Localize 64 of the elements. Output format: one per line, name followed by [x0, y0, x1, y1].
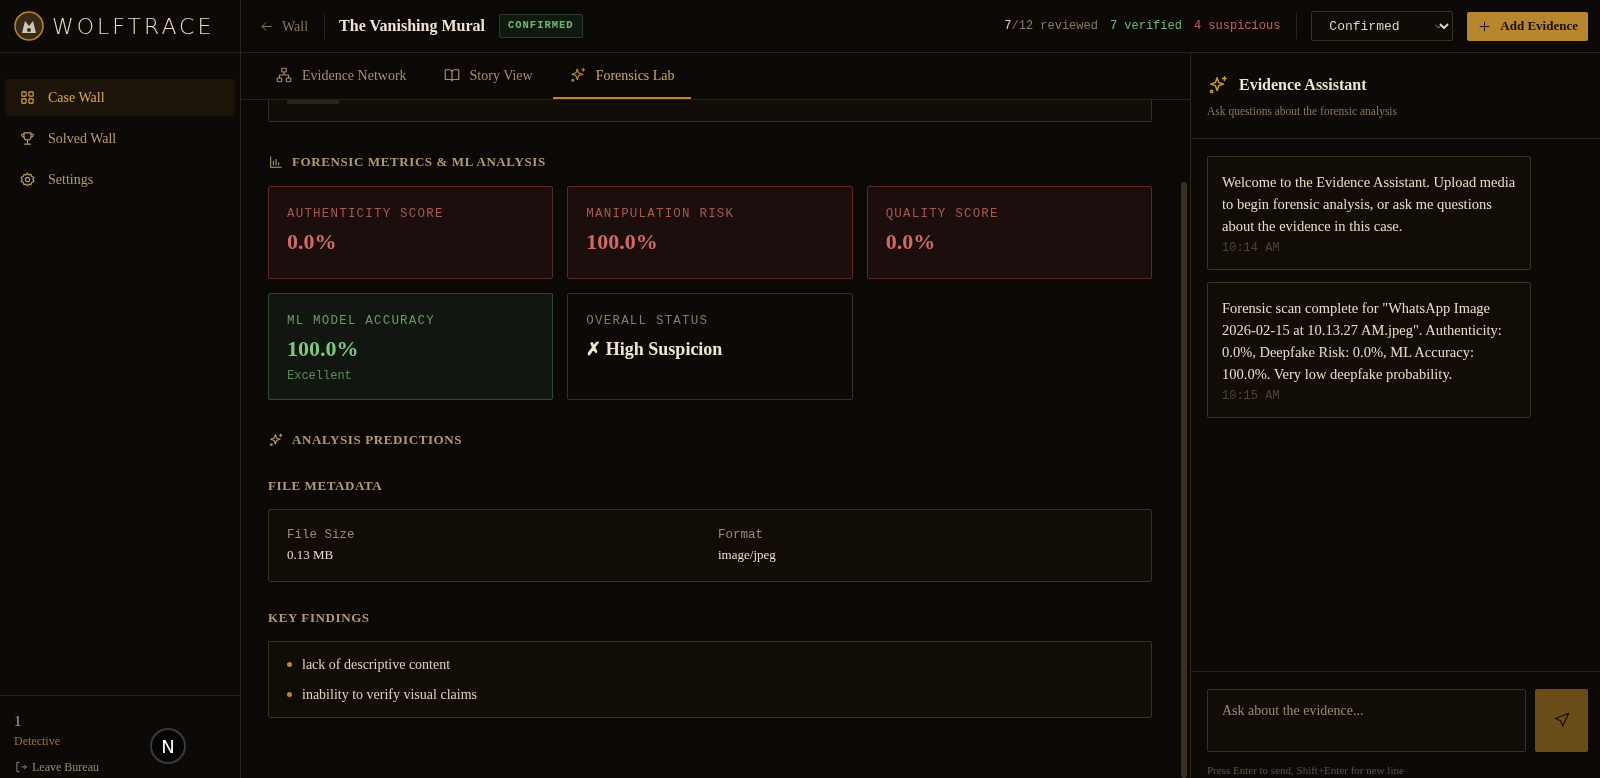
- back-link[interactable]: Wall: [259, 13, 326, 39]
- message-text: Forensic scan complete for "WhatsApp Image 2026-02-15 at 10.13.27 AM.jpeg". Authenticity: 0.0%, Deepfake Risk: 0.0%, ML Accuracy: 100.0%. Very low deepfake probability.: [1222, 299, 1503, 385]
- sidebar-item[interactable]: Case Wall: [5, 79, 235, 116]
- message-input[interactable]: Ask about the evidence...: [1207, 688, 1526, 752]
- message-time: 10:14 AM: [1222, 240, 1281, 258]
- metric-label: MANIPULATION RISK: [586, 205, 736, 223]
- metric-label: ML MODEL ACCURACY: [287, 312, 436, 330]
- network-icon: [275, 66, 293, 84]
- metric-label: AUTHENTICITY SCORE: [287, 205, 445, 223]
- field-label: Format: [718, 527, 764, 545]
- sparkle-icon: [568, 66, 587, 84]
- logout-icon: [14, 760, 28, 774]
- metric-label: OVERALL STATUS: [586, 312, 710, 330]
- stat-text: 7 verified: [1109, 18, 1182, 35]
- dev-badge[interactable]: N: [150, 728, 186, 764]
- case-title: The Vanishing Mural: [339, 16, 485, 37]
- bullet-icon: [287, 662, 292, 667]
- user-count: 1: [14, 711, 22, 731]
- field-value: image/jpeg: [718, 546, 777, 564]
- metric-value: 100.0%: [287, 335, 360, 364]
- field-value: 0.13 MB: [287, 546, 335, 564]
- bar-chart-icon: [268, 153, 284, 170]
- metric-value: 0.0%: [287, 228, 338, 257]
- leave-button[interactable]: Leave Bureau: [14, 758, 99, 776]
- section-heading: FORENSIC METRICS & ML ANALYSIS: [292, 153, 546, 171]
- message-text: Welcome to the Evidence Assistant. Upload media to begin forensic analysis, or ask me questions about the evidence in this case.: [1222, 173, 1516, 237]
- finding-text: lack of descriptive content: [302, 656, 451, 674]
- send-button[interactable]: [1535, 688, 1588, 752]
- send-icon: [1552, 711, 1571, 729]
- input-hint: Press Enter to send, Shift+Enter for new line: [1207, 762, 1405, 778]
- plus-icon: [1477, 18, 1493, 34]
- panel-title: Evidence Assistant: [1239, 75, 1367, 95]
- scrollbar-thumb[interactable]: [1181, 182, 1187, 778]
- tab[interactable]: Story View: [426, 53, 549, 99]
- section-heading: KEY FINDINGS: [268, 608, 371, 627]
- stat-text: 7/12 reviewed: [1004, 18, 1098, 35]
- metric-value: 0.0%: [885, 228, 937, 257]
- user-rank: Detective: [14, 733, 60, 750]
- tab[interactable]: Evidence Network: [259, 53, 423, 99]
- stat-text: 4 suspicious: [1193, 18, 1281, 35]
- sidebar-item[interactable]: Settings: [5, 161, 235, 198]
- book-icon: [442, 66, 461, 84]
- status-select[interactable]: Confirmed: [1311, 11, 1454, 41]
- add-evidence-button[interactable]: Add Evidence: [1467, 11, 1588, 41]
- bullet-icon: [287, 692, 292, 697]
- metric-value: 100.0%: [586, 228, 659, 257]
- trophy-icon: [19, 130, 36, 147]
- status-badge: CONFIRMED: [498, 14, 583, 38]
- field-label: File Size: [287, 527, 356, 545]
- metric-value: ✗ High Suspicion: [586, 338, 724, 362]
- grid-icon: [19, 89, 36, 106]
- metric-note: Excellent: [287, 368, 353, 386]
- section-heading: ANALYSIS PREDICTIONS: [292, 431, 463, 450]
- section-heading: FILE METADATA: [268, 476, 384, 495]
- panel-subtitle: Ask questions about the forensic analysis: [1207, 104, 1399, 120]
- metric-label: QUALITY SCORE: [885, 205, 1000, 223]
- settings-icon: [19, 171, 36, 188]
- sidebar-item[interactable]: Solved Wall: [5, 120, 235, 157]
- brand-name: WOLFTRACE: [52, 12, 215, 41]
- wolf-logo-icon: [14, 11, 44, 41]
- message-time: 10:15 AM: [1222, 388, 1281, 406]
- sparkle-icon: [268, 432, 284, 448]
- sparkle-icon: [1207, 74, 1229, 96]
- finding-text: inability to verify visual claims: [302, 686, 477, 704]
